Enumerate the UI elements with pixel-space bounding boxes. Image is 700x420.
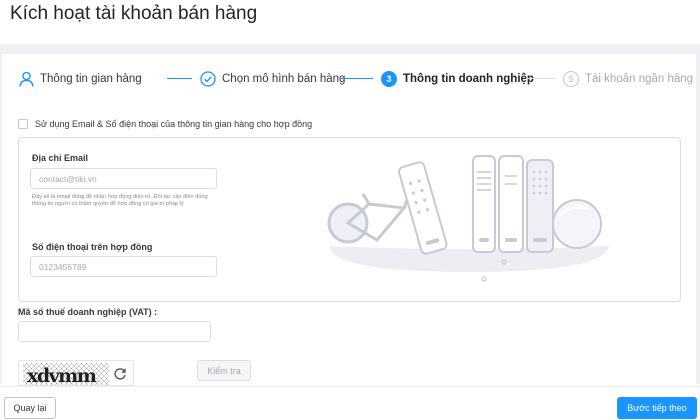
header-divider — [0, 44, 700, 54]
refresh-icon[interactable] — [113, 367, 127, 381]
email-field[interactable] — [30, 168, 217, 189]
ball-icon — [552, 199, 602, 249]
captcha-check-button[interactable]: Kiểm tra — [197, 360, 251, 381]
step-business-info[interactable]: 3 Thông tin doanh nghiệp — [381, 64, 534, 94]
vat-field[interactable] — [18, 321, 211, 342]
page-title: Kích hoạt tài khoản bán hàng — [10, 3, 258, 24]
use-store-contact-checkbox[interactable]: Sử dụng Email & Số điện thoại của thông … — [18, 119, 312, 129]
step-connector — [526, 78, 556, 79]
step-label: Tài khoản ngân hàng — [585, 73, 694, 85]
step-number-badge: 3 — [381, 71, 397, 87]
progress-stepper: Thông tin gian hàng Chọn mô hình bán hàn… — [0, 64, 700, 94]
back-button[interactable]: Quay lại — [4, 397, 56, 419]
dollar-circle-icon: $ — [563, 71, 579, 87]
captcha-text: xdvmm — [27, 365, 97, 387]
step-bank-account[interactable]: $ Tài khoản ngân hàng — [563, 64, 693, 94]
step-label: Chọn mô hình bán hàng — [222, 73, 346, 85]
step-connector — [341, 78, 373, 79]
user-icon — [18, 71, 34, 87]
phone-label: Số điện thoại trên hợp đồng — [32, 242, 153, 252]
checkbox[interactable] — [18, 119, 28, 129]
step-sales-model[interactable]: Chọn mô hình bán hàng — [200, 64, 345, 94]
next-step-button[interactable]: Bước tiếp theo — [617, 397, 697, 419]
footer-bar: Quay lại Bước tiếp theo — [0, 386, 700, 420]
shelf-book — [526, 159, 554, 253]
captcha-box: xdvmm — [18, 360, 134, 387]
shelf-book — [498, 155, 524, 253]
phone-field[interactable] — [30, 256, 217, 277]
vat-label: Mã số thuế doanh nghiệp (VAT) : — [18, 307, 158, 317]
step-connector — [167, 78, 192, 79]
email-helper-text: Đây sẽ là email dùng để nhận hợp đồng đi… — [32, 194, 208, 207]
step-store-info[interactable]: Thông tin gian hàng — [18, 64, 142, 94]
empty-shelf-illustration — [327, 155, 609, 282]
step-label: Thông tin doanh nghiệp — [403, 73, 534, 85]
contract-info-card: Địa chỉ Email Đây sẽ là email dùng để nh… — [18, 137, 681, 302]
page-header: Kích hoạt tài khoản bán hàng — [0, 0, 700, 44]
step-label: Thông tin gian hàng — [40, 73, 142, 85]
email-label: Địa chỉ Email — [32, 153, 89, 163]
bicycle-icon — [327, 189, 418, 244]
right-gutter — [696, 54, 700, 384]
left-gutter — [0, 54, 2, 384]
check-circle-icon — [200, 71, 216, 87]
ground-shadow — [329, 246, 609, 272]
checkbox-label: Sử dụng Email & Số điện thoại của thông … — [35, 119, 313, 129]
shelf-book — [472, 155, 496, 253]
